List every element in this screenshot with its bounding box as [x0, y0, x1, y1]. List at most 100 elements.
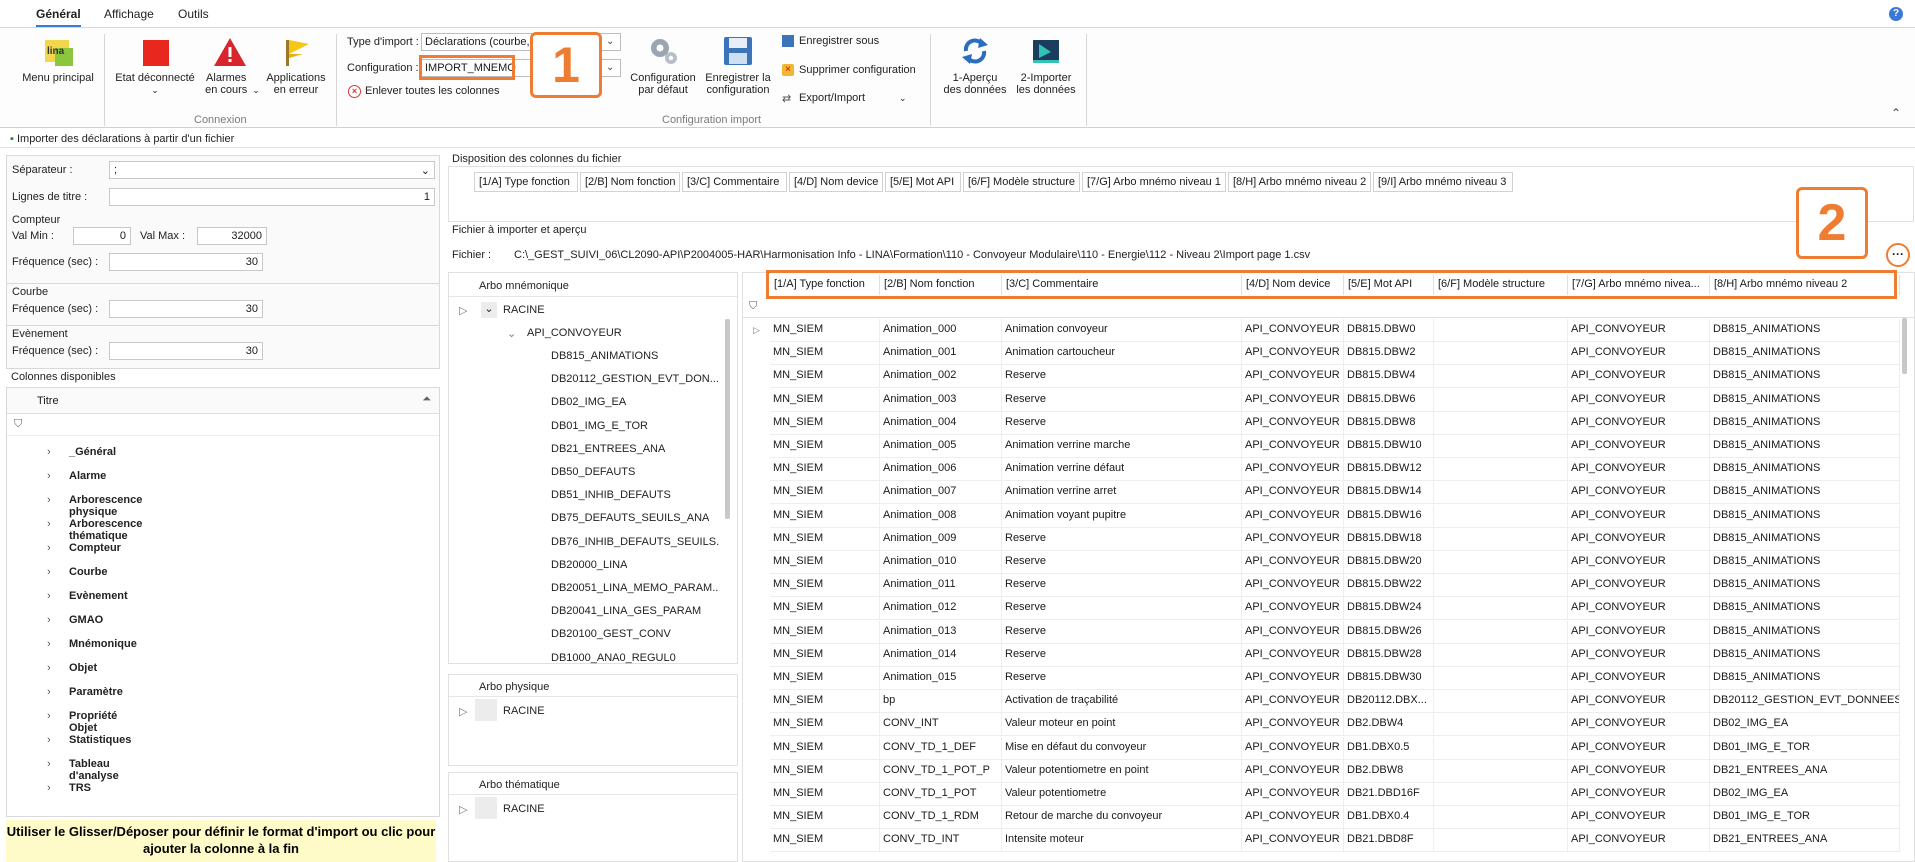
chevron-right-icon[interactable]: ›	[47, 470, 51, 482]
export-import-button[interactable]: ⇄ Export/Import ⌄	[782, 92, 907, 105]
disposition-column-chip[interactable]: [4/D] Nom device	[789, 172, 883, 192]
grid-row[interactable]: MN_SIEM Animation_009 Reserve API_CONVOYEUR…	[766, 527, 1900, 551]
arbo-mnemo-node[interactable]: DB21_ENTREES_ANA	[551, 443, 665, 455]
chevron-right-icon[interactable]: ›	[47, 662, 51, 674]
arbo-mnemo-node[interactable]: DB20000_LINA	[551, 559, 627, 571]
enlever-colonnes-button[interactable]: × Enlever toutes les colonnes	[348, 85, 500, 98]
enregistrer-configuration-button[interactable]: Enregistrer la configuration	[700, 34, 776, 96]
separateur-select[interactable]: ; ⌄	[109, 161, 435, 179]
apercu-donnees-button[interactable]: 1-Aperçu des données	[942, 34, 1008, 96]
grid-row[interactable]: MN_SIEM Animation_010 Reserve API_CONVOYEUR…	[766, 551, 1900, 574]
grid-row[interactable]: MN_SIEM Animation_000 Animation convoyeur A…	[766, 319, 1900, 342]
frequence-compteur-input[interactable]: 30	[109, 253, 263, 271]
grid-row[interactable]: MN_SIEM CONV_TD_1_POT Valeur potentiometre…	[766, 783, 1900, 806]
grid-row[interactable]: MN_SIEM Animation_007 Animation verrine ar…	[766, 481, 1900, 505]
grid-row[interactable]: MN_SIEM Animation_012 Reserve API_CONVOYEUR…	[766, 597, 1900, 621]
disposition-column-chip[interactable]: [6/F] Modèle structure	[963, 172, 1080, 192]
chevron-right-icon[interactable]: ›	[47, 566, 51, 578]
collapse-icon[interactable]: ⌄	[481, 302, 497, 318]
chevron-right-icon[interactable]: ›	[47, 542, 51, 554]
alarmes-button[interactable]: Alarmes en cours ⌄	[200, 36, 260, 96]
chevron-right-icon[interactable]: ›	[47, 518, 51, 530]
disposition-column-chip[interactable]: [3/C] Commentaire	[682, 172, 787, 192]
menu-principal-button[interactable]: lina Menu principal	[18, 36, 98, 84]
disposition-column-chip[interactable]: [5/E] Mot API	[885, 172, 961, 192]
grid-row[interactable]: MN_SIEM Animation_004 Reserve API_CONVOYEUR…	[766, 411, 1900, 435]
disposition-column-chip[interactable]: [9/I] Arbo mnémo niveau 3	[1373, 172, 1513, 192]
arbo-mnemo-node[interactable]: DB815_ANIMATIONS	[551, 350, 658, 362]
tab-outils[interactable]: Outils	[178, 7, 209, 21]
arbo-mnemo-node[interactable]: DB20041_LINA_GES_PARAM	[551, 605, 701, 617]
grid-row[interactable]: MN_SIEM Animation_005 Animation verrine ma…	[766, 435, 1900, 458]
help-icon[interactable]: ?	[1889, 7, 1903, 21]
disposition-column-chip[interactable]: [2/B] Nom fonction	[580, 172, 680, 192]
arbo-mnemo-node[interactable]: DB51_INHIB_DEFAUTS	[551, 489, 671, 501]
grid-row[interactable]: MN_SIEM Animation_006 Animation verrine dé…	[766, 458, 1900, 482]
arbo-mnemo-child[interactable]: API_CONVOYEUR	[527, 327, 622, 339]
grid-row[interactable]: MN_SIEM CONV_INT Valeur moteur en point API…	[766, 713, 1900, 737]
expand-icon[interactable]: ▷	[459, 304, 467, 317]
grid-row[interactable]: MN_SIEM Animation_008 Animation voyant pup…	[766, 504, 1900, 528]
grid-row[interactable]: MN_SIEM CONV_TD_1_POT_P Valeur potentiomet…	[766, 759, 1900, 783]
lignes-titre-input[interactable]: 1	[109, 188, 435, 206]
disposition-column-chip[interactable]: [7/G] Arbo mnémo niveau 1	[1082, 172, 1226, 192]
tab-general[interactable]: Général	[36, 7, 81, 27]
grid-row[interactable]: MN_SIEM Animation_014 Reserve API_CONVOYEUR…	[766, 643, 1900, 667]
filter-icon[interactable]: ⛉	[749, 300, 757, 313]
grid-scrollbar[interactable]	[1902, 318, 1907, 374]
arbo-mnemo-node[interactable]: DB20051_LINA_MEMO_PARAM...	[551, 582, 719, 594]
chevron-right-icon[interactable]: ›	[47, 614, 51, 626]
disposition-column-chip[interactable]: [1/A] Type fonction	[474, 172, 578, 192]
chevron-down-icon[interactable]: ⌄	[606, 62, 614, 73]
sort-icon[interactable]: ⏶	[422, 393, 431, 406]
chevron-right-icon[interactable]: ›	[47, 782, 51, 794]
arbo-thematique-root[interactable]: RACINE	[503, 803, 545, 815]
grid-row[interactable]: MN_SIEM CONV_TD_1_RDM Retour de marche du …	[766, 806, 1900, 830]
titre-header[interactable]: Titre ⏶	[7, 388, 439, 414]
arbo-mnemo-node[interactable]: DB76_INHIB_DEFAUTS_SEUILS...	[551, 536, 719, 548]
collapse-ribbon-icon[interactable]: ⌃	[1891, 106, 1901, 120]
arbo-mnemo-node[interactable]: DB1000_ANA0_REGUL0	[551, 652, 676, 664]
disposition-column-chip[interactable]: [8/H] Arbo mnémo niveau 2	[1228, 172, 1371, 192]
arbo-mnemo-node[interactable]: DB20100_GEST_CONV	[551, 628, 671, 640]
chevron-right-icon[interactable]: ›	[47, 710, 51, 722]
supprimer-configuration-button[interactable]: × Supprimer configuration	[782, 64, 916, 77]
importer-donnees-button[interactable]: 2-Importer les données	[1012, 34, 1080, 96]
tab-affichage[interactable]: Affichage	[104, 7, 154, 21]
scrollbar[interactable]	[725, 319, 730, 519]
grid-row[interactable]: MN_SIEM CONV_TD_INT Intensite moteur API_CO…	[766, 829, 1900, 853]
grid-row[interactable]: MN_SIEM Animation_015 Reserve API_CONVOYEUR…	[766, 667, 1900, 690]
chevron-right-icon[interactable]: ›	[47, 638, 51, 650]
arbo-physique-root[interactable]: RACINE	[503, 705, 545, 717]
collapse-icon[interactable]: ⌄	[507, 327, 516, 340]
enregistrer-sous-button[interactable]: Enregistrer sous	[782, 35, 879, 48]
grid-row[interactable]: MN_SIEM Animation_001 Animation cartoucheu…	[766, 342, 1900, 366]
expand-icon[interactable]: ▷	[459, 803, 467, 816]
grid-row[interactable]: MN_SIEM Animation_013 Reserve API_CONVOYEUR…	[766, 620, 1900, 644]
chevron-right-icon[interactable]: ›	[47, 758, 51, 770]
chevron-down-icon[interactable]: ⌄	[606, 36, 614, 47]
grid-row[interactable]: MN_SIEM CONV_TD_1_DEF Mise en défaut du co…	[766, 736, 1900, 760]
val-min-input[interactable]: 0	[73, 227, 131, 245]
grid-row[interactable]: MN_SIEM Animation_003 Reserve API_CONVOYEUR…	[766, 388, 1900, 412]
arbo-mnemo-node[interactable]: DB02_IMG_EA	[551, 396, 626, 408]
etat-deconnecte-button[interactable]: Etat déconnecté ⌄	[112, 36, 198, 96]
grid-row[interactable]: MN_SIEM Animation_011 Reserve API_CONVOYEUR…	[766, 574, 1900, 598]
frequence-courbe-input[interactable]: 30	[109, 300, 263, 318]
arbo-mnemo-node[interactable]: DB75_DEFAUTS_SEUILS_ANA	[551, 512, 709, 524]
browse-file-button[interactable]: ···	[1886, 243, 1910, 267]
applications-erreur-button[interactable]: Applications en erreur	[262, 36, 330, 96]
chevron-right-icon[interactable]: ›	[47, 494, 51, 506]
chevron-right-icon[interactable]: ›	[47, 446, 51, 458]
grid-row[interactable]: MN_SIEM bp Activation de traçabilité API_CO…	[766, 690, 1900, 714]
chevron-right-icon[interactable]: ›	[47, 686, 51, 698]
grid-row[interactable]: MN_SIEM Animation_002 Reserve API_CONVOYEUR…	[766, 365, 1900, 389]
config-defaut-button[interactable]: Configuration par défaut	[628, 34, 698, 96]
chevron-right-icon[interactable]: ›	[47, 734, 51, 746]
arbo-mnemo-node[interactable]: DB20112_GESTION_EVT_DON...	[551, 373, 719, 385]
expand-icon[interactable]: ▷	[459, 705, 467, 718]
chevron-right-icon[interactable]: ›	[47, 590, 51, 602]
frequence-evenement-input[interactable]: 30	[109, 342, 263, 360]
filter-icon[interactable]: ⛉	[14, 418, 22, 431]
arbo-mnemo-node[interactable]: DB01_IMG_E_TOR	[551, 420, 648, 432]
